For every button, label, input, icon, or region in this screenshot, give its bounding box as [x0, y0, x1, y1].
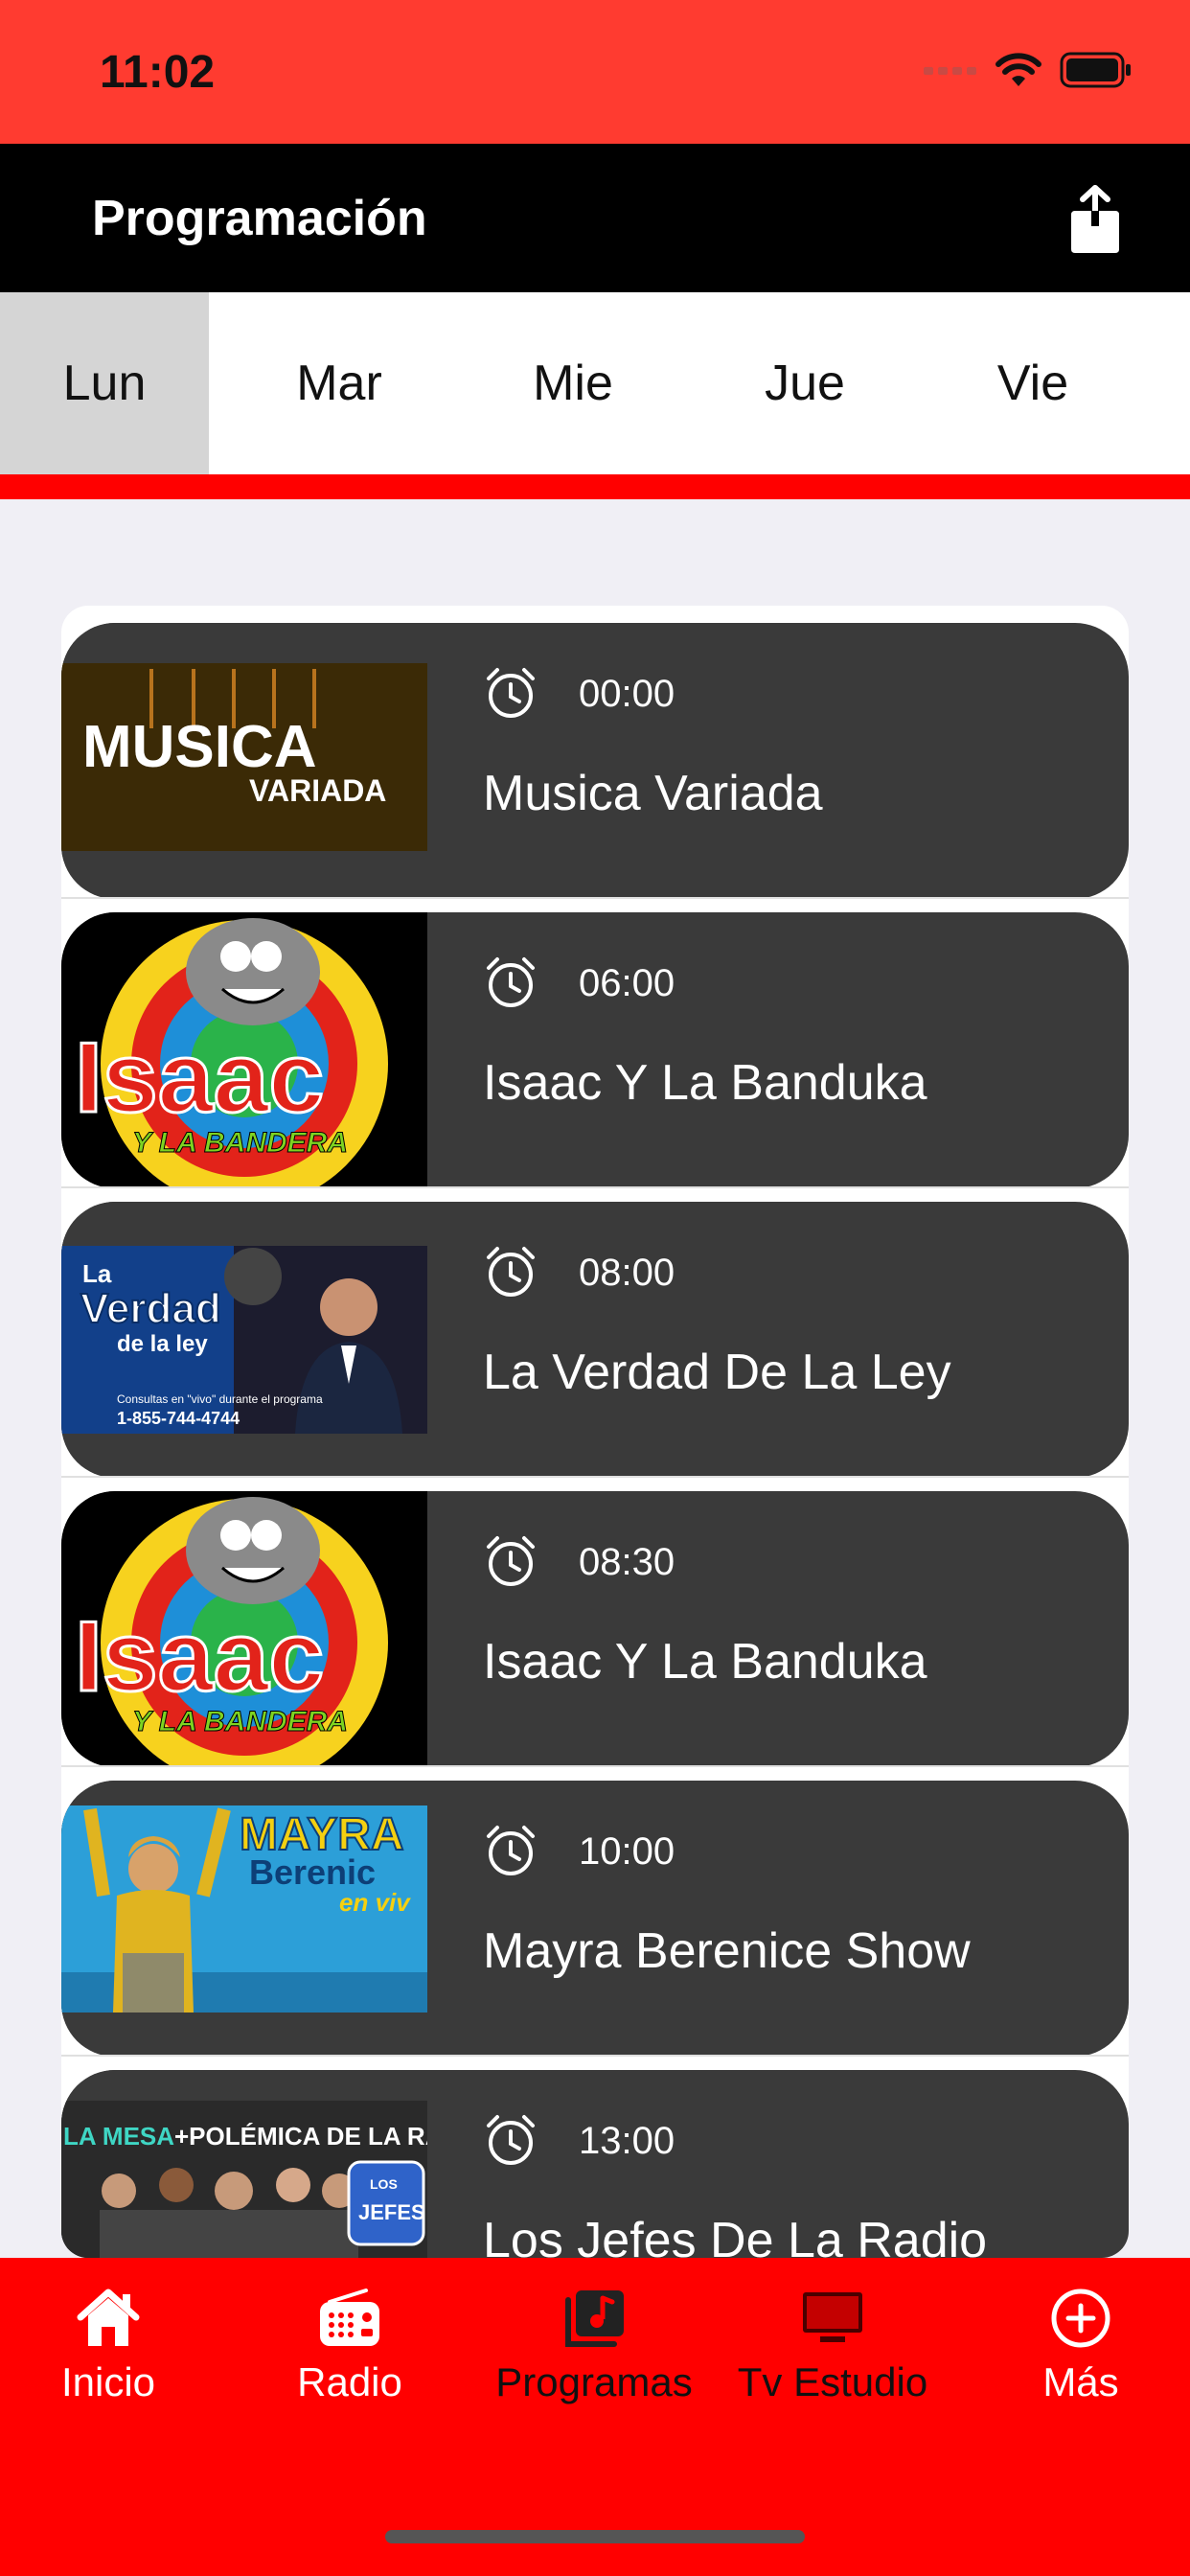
program-thumbnail: Isaac Y LA BANDERA [61, 912, 427, 1188]
signal-icon [924, 67, 976, 75]
program-card[interactable]: La Verdad de la ley Consultas en "vivo" … [61, 1202, 1129, 1478]
program-thumbnail: La Verdad de la ley Consultas en "vivo" … [61, 1202, 427, 1478]
program-title: Isaac Y La Banduka [483, 1055, 927, 1111]
alarm-clock-icon [487, 1826, 535, 1875]
tab-label: Inicio [60, 2359, 156, 2404]
tab-vie[interactable]: Vie [933, 292, 1133, 474]
program-title: Los Jefes De La Radio [483, 2213, 988, 2258]
thumb-text: Y LA BANDERA [132, 1706, 348, 1737]
status-time: 11:02 [100, 47, 216, 98]
tab-label: Tv Estudio [737, 2359, 928, 2404]
program-thumbnail: Isaac Y LA BANDERA [61, 1491, 427, 1767]
thumb-text: 1-855-744-4744 [117, 1409, 240, 1428]
tab-inicio[interactable]: Inicio [56, 2287, 161, 2405]
plus-circle-icon [1051, 2288, 1110, 2348]
program-title: Isaac Y La Banduka [483, 1634, 927, 1690]
row-divider [61, 1476, 1129, 1478]
radio-icon [320, 2288, 379, 2346]
tab-mas[interactable]: Más [1025, 2287, 1136, 2405]
program-thumbnail: MUSICA VARIADA [61, 623, 427, 899]
alarm-clock-icon [487, 1247, 535, 1297]
program-title: Mayra Berenice Show [483, 1923, 971, 1979]
status-icons [924, 52, 1133, 88]
program-title: La Verdad De La Ley [483, 1345, 951, 1400]
program-thumbnail: LA MESA +POLÉMICA DE LA RADIO LOS JEFES [61, 2070, 427, 2258]
program-thumbnail: MAYRA Berenic en viv [61, 1781, 427, 2057]
thumb-text: +POLÉMICA DE LA RADIO [174, 2122, 427, 2150]
thumb-text: Isaac [75, 1023, 324, 1134]
alarm-clock-icon [487, 957, 535, 1007]
tab-tv-estudio[interactable]: Tv Estudio [722, 2287, 943, 2405]
program-card[interactable]: Isaac Y LA BANDERA 08:30 Isaac Y La Band… [61, 1491, 1129, 1767]
program-title: Musica Variada [483, 766, 823, 821]
navigation-bar: Programación [0, 144, 1190, 292]
tab-label: Programas [495, 2359, 693, 2404]
page-title: Programación [92, 191, 427, 246]
thumb-text: MUSICA [82, 714, 317, 780]
thumb-text: Y LA BANDERA [132, 1127, 348, 1159]
tv-icon [803, 2292, 862, 2342]
program-time: 00:00 [579, 673, 675, 715]
thumb-text: VARIADA [249, 773, 386, 808]
program-list[interactable]: MUSICA VARIADA 00:00 Musica Variada Isaa… [61, 606, 1129, 2258]
wifi-icon [995, 53, 1041, 86]
thumb-text: Verdad [80, 1285, 221, 1332]
bottom-tab-bar: Inicio Radio Programas Tv Estudio Más [0, 2258, 1190, 2576]
thumb-text: LA MESA [63, 2122, 174, 2150]
program-card[interactable]: LA MESA +POLÉMICA DE LA RADIO LOS JEFES … [61, 2070, 1129, 2258]
program-card[interactable]: MUSICA VARIADA 00:00 Musica Variada [61, 623, 1129, 899]
day-tabs: Lun Mar Mie Jue Vie [0, 292, 1190, 474]
tab-indicator-bar [0, 474, 1190, 499]
program-time: 13:00 [579, 2120, 675, 2162]
program-time: 08:00 [579, 1252, 675, 1294]
alarm-clock-icon [487, 668, 535, 718]
program-time: 06:00 [579, 962, 675, 1004]
tab-mar[interactable]: Mar [209, 292, 469, 474]
row-divider [61, 1186, 1129, 1188]
thumb-text: La [82, 1259, 112, 1288]
program-card[interactable]: Isaac Y LA BANDERA 06:00 Isaac Y La Band… [61, 912, 1129, 1188]
row-divider [61, 2055, 1129, 2057]
share-button[interactable] [1062, 184, 1129, 257]
battery-icon [1060, 52, 1131, 88]
thumb-text: Consultas en "vivo" durante el programa [117, 1392, 323, 1406]
program-time: 10:00 [579, 1830, 675, 1873]
program-time: 08:30 [579, 1541, 675, 1583]
thumb-text: Isaac [75, 1601, 324, 1713]
thumb-text: en viv [339, 1888, 411, 1917]
thumb-text: de la ley [117, 1331, 208, 1357]
thumb-text: Berenic [249, 1852, 376, 1892]
thumb-text: LOS [370, 2176, 398, 2192]
tab-lun[interactable]: Lun [0, 292, 209, 474]
tab-label: Más [1042, 2359, 1119, 2404]
tab-label: Radio [297, 2359, 402, 2404]
tab-mie[interactable]: Mie [469, 292, 676, 474]
alarm-clock-icon [487, 1536, 535, 1586]
status-bar: 11:02 [0, 0, 1190, 144]
tab-jue[interactable]: Jue [676, 292, 933, 474]
alarm-clock-icon [487, 2115, 535, 2165]
program-card[interactable]: MAYRA Berenic en viv 10:00 Mayra Berenic… [61, 1781, 1129, 2057]
tab-programas[interactable]: Programas [489, 2287, 699, 2405]
row-divider [61, 897, 1129, 899]
thumb-text: JEFES [358, 2200, 425, 2224]
home-indicator[interactable] [385, 2530, 805, 2543]
house-icon [77, 2288, 140, 2346]
music-library-icon [565, 2290, 624, 2347]
tab-radio[interactable]: Radio [297, 2287, 402, 2405]
row-divider [61, 1765, 1129, 1767]
share-icon [1071, 185, 1119, 253]
